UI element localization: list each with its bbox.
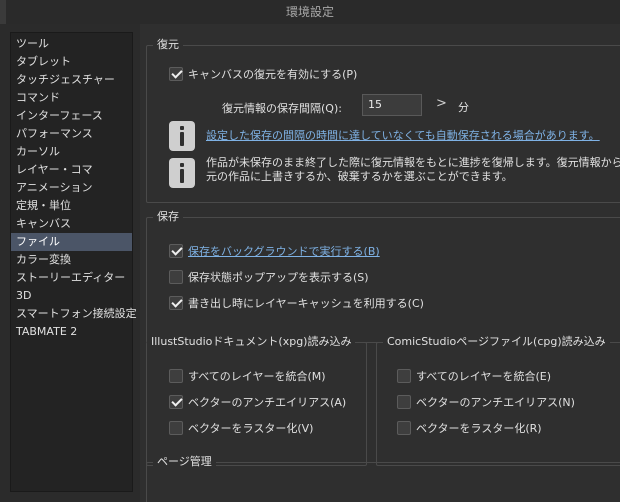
- checkbox-box[interactable]: [169, 296, 183, 310]
- checkbox-box[interactable]: [169, 244, 183, 258]
- sidebar-item-animation[interactable]: アニメーション: [11, 179, 132, 197]
- sidebar-item-color-conversion[interactable]: カラー変換: [11, 251, 132, 269]
- window-title: 環境設定: [285, 5, 334, 19]
- comicstudio-group: ComicStudioページファイル(cpg)読み込み すべてのレイヤーを統合(…: [376, 335, 620, 466]
- sidebar-item-smartphone[interactable]: スマートフォン接続設定: [11, 305, 137, 323]
- sidebar-item-tablet[interactable]: タブレット: [11, 53, 132, 71]
- interval-input[interactable]: 15: [362, 94, 422, 116]
- checkbox-box[interactable]: [397, 369, 411, 383]
- interval-arrow-icon[interactable]: >: [436, 96, 447, 111]
- auto-save-info-link[interactable]: 設定した保存の間隔の時間に達していなくても自動保存される場合があります。: [206, 129, 600, 143]
- page-management-title: ページ管理: [153, 455, 216, 469]
- checkbox-box[interactable]: [169, 369, 183, 383]
- info-icon: [169, 121, 195, 151]
- comic-merge-label: すべてのレイヤーを統合(E): [416, 370, 551, 383]
- comic-rasterize-checkbox[interactable]: ベクターをラスター化(R): [397, 419, 542, 437]
- window-titlebar: 環境設定: [0, 0, 620, 24]
- titlebar-edge: [0, 0, 6, 24]
- comic-rasterize-label: ベクターをラスター化(R): [416, 422, 542, 435]
- checkbox-box[interactable]: [169, 421, 183, 435]
- sidebar-item-3d[interactable]: 3D: [11, 287, 132, 305]
- checkbox-box[interactable]: [169, 270, 183, 284]
- sidebar-item-interface[interactable]: インターフェース: [11, 107, 132, 125]
- enable-restore-checkbox[interactable]: キャンバスの復元を有効にする(P): [169, 65, 357, 83]
- sidebar-item-performance[interactable]: パフォーマンス: [11, 125, 132, 143]
- save-popup-label: 保存状態ポップアップを表示する(S): [188, 271, 369, 284]
- sidebar-item-tool[interactable]: ツール: [11, 35, 132, 53]
- sidebar-item-story-editor[interactable]: ストーリーエディター: [11, 269, 132, 287]
- save-group: 保存 保存をバックグラウンドで実行する(B) 保存状態ポップアップを表示する(S…: [146, 210, 620, 343]
- enable-restore-label: キャンバスの復元を有効にする(P): [188, 68, 358, 81]
- layer-cache-checkbox[interactable]: 書き出し時にレイヤーキャッシュを利用する(C): [169, 294, 424, 312]
- info-icon: [169, 158, 195, 188]
- illust-merge-label: すべてのレイヤーを統合(M): [188, 370, 326, 383]
- checkbox-box[interactable]: [169, 395, 183, 409]
- settings-panel: 復元 キャンバスの復元を有効にする(P) 復元情報の保存間隔(Q): 15 > …: [140, 24, 620, 502]
- sidebar-item-canvas[interactable]: キャンバス: [11, 215, 132, 233]
- save-popup-checkbox[interactable]: 保存状態ポップアップを表示する(S): [169, 268, 369, 286]
- restore-info-line2: 元の作品に上書きするか、破棄するかを選ぶことができます。: [206, 170, 513, 183]
- page-management-group: ページ管理: [146, 455, 620, 502]
- comic-merge-checkbox[interactable]: すべてのレイヤーを統合(E): [397, 367, 551, 385]
- illust-merge-checkbox[interactable]: すべてのレイヤーを統合(M): [169, 367, 326, 385]
- illust-antialias-label: ベクターのアンチエイリアス(A): [188, 396, 347, 409]
- illust-antialias-checkbox[interactable]: ベクターのアンチエイリアス(A): [169, 393, 346, 411]
- sidebar-item-ruler-unit[interactable]: 定規・単位: [11, 197, 132, 215]
- illuststudio-group: IllustStudioドキュメント(xpg)読み込み すべてのレイヤーを統合(…: [146, 335, 367, 466]
- sidebar-item-cursor[interactable]: カーソル: [11, 143, 132, 161]
- interval-label: 復元情報の保存間隔(Q):: [222, 102, 342, 115]
- restore-info-line1: 作品が未保存のまま終了した際に復元情報をもとに進捗を復帰します。復元情報から: [206, 156, 620, 169]
- restore-group-title: 復元: [153, 38, 183, 52]
- sidebar-item-tabmate[interactable]: TABMATE 2: [11, 323, 132, 341]
- sidebar-item-layer-frame[interactable]: レイヤー・コマ: [11, 161, 132, 179]
- illust-rasterize-checkbox[interactable]: ベクターをラスター化(V): [169, 419, 313, 437]
- checkbox-box[interactable]: [397, 395, 411, 409]
- category-sidebar: ツール タブレット タッチジェスチャー コマンド インターフェース パフォーマン…: [10, 32, 137, 492]
- illuststudio-group-title: IllustStudioドキュメント(xpg)読み込み: [147, 335, 356, 349]
- sidebar-item-command[interactable]: コマンド: [11, 89, 132, 107]
- restore-group: 復元 キャンバスの復元を有効にする(P) 復元情報の保存間隔(Q): 15 > …: [146, 38, 620, 203]
- background-save-label[interactable]: 保存をバックグラウンドで実行する(B): [188, 243, 380, 259]
- category-list: ツール タブレット タッチジェスチャー コマンド インターフェース パフォーマン…: [11, 33, 137, 341]
- comic-antialias-label: ベクターのアンチエイリアス(N): [416, 396, 575, 409]
- interval-unit: 分: [458, 101, 469, 114]
- sidebar-item-touch-gesture[interactable]: タッチジェスチャー: [11, 71, 132, 89]
- save-group-title: 保存: [153, 210, 183, 224]
- sidebar-item-file[interactable]: ファイル: [11, 233, 132, 251]
- checkbox-box[interactable]: [169, 67, 183, 81]
- comic-antialias-checkbox[interactable]: ベクターのアンチエイリアス(N): [397, 393, 575, 411]
- layer-cache-label: 書き出し時にレイヤーキャッシュを利用する(C): [188, 297, 424, 310]
- checkbox-box[interactable]: [397, 421, 411, 435]
- comicstudio-group-title: ComicStudioページファイル(cpg)読み込み: [383, 335, 610, 349]
- background-save-checkbox[interactable]: 保存をバックグラウンドで実行する(B): [169, 242, 380, 260]
- illust-rasterize-label: ベクターをラスター化(V): [188, 422, 314, 435]
